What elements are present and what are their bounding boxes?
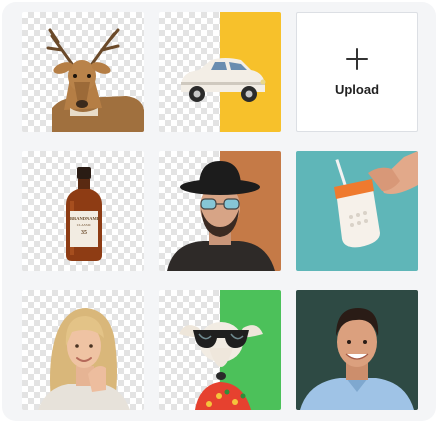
dog-with-sunglasses-image [179, 322, 263, 410]
bottle-number: 35 [81, 230, 87, 236]
image-tile-amber-bottle[interactable]: BRANDNAME CLASSIC 35 [22, 151, 144, 271]
image-tile-blonde-woman[interactable] [22, 290, 144, 410]
image-tile-hand-with-cup[interactable] [296, 151, 418, 271]
image-grid: Upload BRANDNAME CLASSIC 35 [22, 12, 418, 410]
man-with-hat-image [167, 161, 275, 271]
bottle-label: BRANDNAME CLASSIC 35 [70, 213, 100, 247]
image-tile-dog-with-sunglasses[interactable] [159, 290, 281, 410]
image-tile-smiling-man[interactable] [296, 290, 418, 410]
vintage-car-image [181, 58, 266, 102]
hand-with-cup-image [334, 151, 418, 248]
upload-label: Upload [334, 81, 380, 97]
image-tile-man-with-hat[interactable] [159, 151, 281, 271]
bottle-brand: BRANDNAME [70, 216, 100, 221]
plus-icon [346, 47, 368, 70]
amber-bottle-image [66, 167, 102, 261]
gallery-panel: Upload BRANDNAME CLASSIC 35 [2, 2, 436, 421]
blonde-woman-image [38, 308, 130, 410]
bottle-line: CLASSIC [76, 222, 92, 227]
upload-button[interactable]: Upload [296, 12, 418, 132]
image-tile-vintage-car[interactable] [159, 12, 281, 132]
smiling-man-image [300, 308, 414, 410]
image-tile-deer[interactable] [22, 12, 144, 132]
deer-image [46, 28, 144, 132]
